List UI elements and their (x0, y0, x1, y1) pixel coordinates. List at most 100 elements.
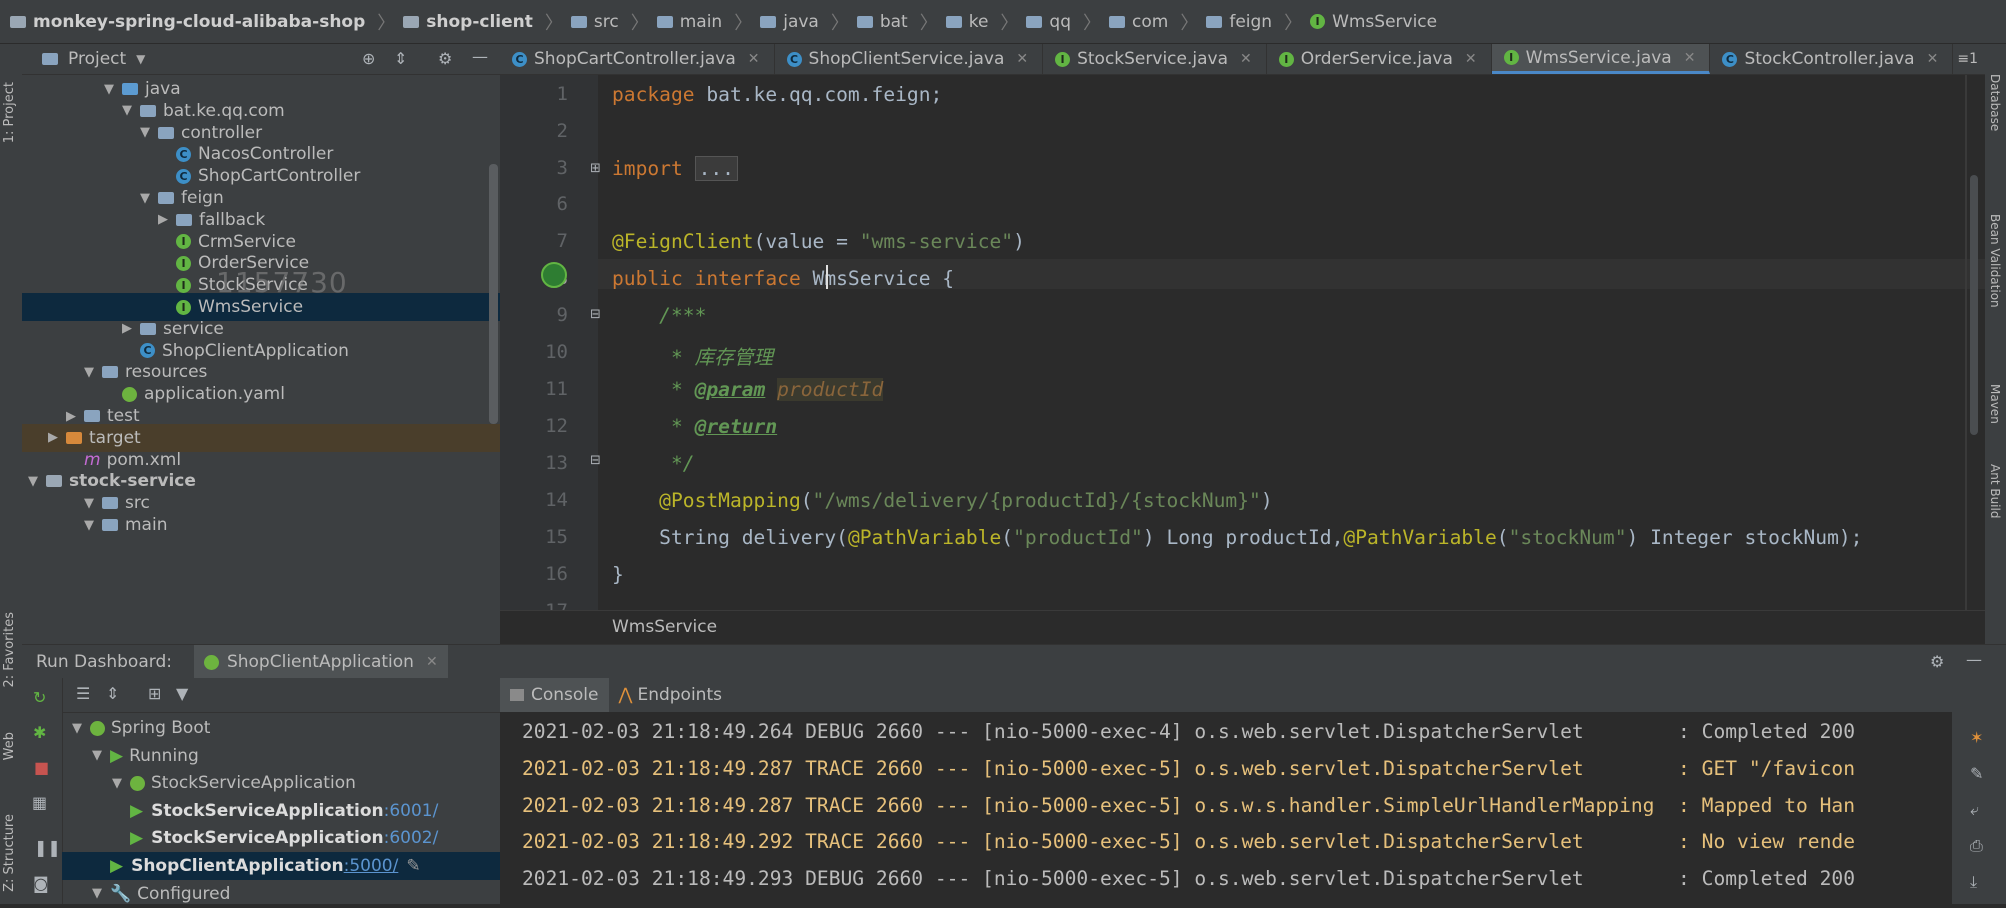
breadcrumb-main[interactable]: main (656, 12, 722, 32)
maven-tool-tab[interactable]: Maven (1988, 384, 2002, 424)
expanded-arrow-icon[interactable]: ▼ (82, 365, 96, 380)
soft-wrap-icon[interactable]: ⤶ (1970, 800, 1979, 820)
gear-icon[interactable]: ⚙ (438, 49, 452, 68)
expanded-arrow-icon[interactable]: ▼ (90, 886, 104, 901)
breadcrumb-ke[interactable]: ke (945, 12, 988, 32)
structure-tool-tab[interactable]: Z: Structure (2, 814, 17, 892)
filter-icon[interactable]: ▼ (176, 684, 188, 703)
breadcrumb-wmsservice[interactable]: I WmsService (1310, 12, 1437, 32)
ant-build-tool-tab[interactable]: Ant Build (1988, 464, 2002, 518)
app-port-link[interactable]: :6002/ (384, 828, 439, 848)
run-config-item[interactable]: ▼ ▶ Running (62, 742, 500, 770)
run-config-item[interactable]: ▶ ShopClientApplication:5000/ ✎ (62, 852, 500, 880)
expanded-arrow-icon[interactable]: ▼ (120, 103, 134, 118)
locate-icon[interactable]: ⊕ (362, 49, 375, 68)
run-config-item[interactable]: ▶ StockServiceApplication:6002/ (62, 824, 500, 852)
collapsed-arrow-icon[interactable]: ▶ (46, 430, 60, 445)
minimize-icon[interactable]: — (1966, 650, 1982, 669)
scroll-to-end-icon[interactable]: ⤓ (1970, 872, 1977, 892)
collapsed-arrow-icon[interactable]: ▶ (120, 321, 134, 336)
breadcrumb-java[interactable]: java (760, 12, 819, 32)
gear-icon[interactable]: ⚙ (1930, 652, 1944, 671)
app-port-link[interactable]: :5000/ (344, 856, 399, 876)
fold-icon[interactable]: ⊟ (590, 453, 601, 468)
expanded-arrow-icon[interactable]: ▼ (90, 748, 104, 763)
close-icon[interactable]: ✕ (1927, 51, 1939, 67)
clear-icon[interactable]: ✎ (1970, 764, 1983, 783)
token-string: "productId" (1013, 526, 1143, 549)
collapsed-arrow-icon[interactable]: ▶ (64, 409, 78, 424)
close-icon[interactable]: ✕ (426, 654, 438, 670)
expanded-arrow-icon[interactable]: ▼ (138, 125, 152, 140)
edit-icon[interactable]: ✎ (406, 856, 420, 876)
tab-overflow-button[interactable]: ≡1 (1957, 44, 1978, 74)
bean-validation-tool-tab[interactable]: Bean Validation (1988, 214, 2002, 308)
editor-scrollbar[interactable] (1970, 175, 1978, 435)
editor-tab[interactable]: C StockController.java ✕ (1710, 44, 1954, 74)
database-tool-tab[interactable]: Database (1988, 74, 2002, 131)
expanded-arrow-icon[interactable]: ▼ (102, 82, 116, 97)
breadcrumb-qq[interactable]: qq (1026, 12, 1071, 32)
run-dashboard-tab[interactable]: ShopClientApplication ✕ (193, 645, 448, 679)
pause-icon[interactable]: ❚❚ (34, 838, 61, 857)
close-icon[interactable]: ✕ (748, 51, 760, 67)
debug-actuator-icon[interactable]: ✶ (1970, 728, 1983, 747)
project-tool-tab[interactable]: 1: Project (2, 82, 17, 143)
folded-imports[interactable]: ... (694, 156, 738, 181)
debug-icon[interactable]: ✱ (33, 723, 46, 742)
web-tool-tab[interactable]: Web (2, 732, 17, 760)
run-config-item[interactable]: ▶ StockServiceApplication:6001/ (62, 797, 500, 825)
spring-bean-gutter-icon[interactable] (541, 262, 567, 288)
print-icon[interactable]: ⎙ (1970, 836, 1983, 856)
editor-tab[interactable]: I WmsService.java ✕ (1491, 44, 1711, 74)
favorites-tool-tab[interactable]: 2: Favorites (2, 612, 17, 688)
expanded-arrow-icon[interactable]: ▼ (138, 191, 152, 206)
collapsed-arrow-icon[interactable]: ▶ (156, 212, 170, 227)
group-icon[interactable]: ⊞ (148, 684, 161, 703)
editor-tab[interactable]: I StockService.java ✕ (1043, 44, 1267, 74)
layout-icon[interactable]: ▦ (32, 793, 47, 812)
endpoints-tab[interactable]: ⋀ Endpoints (609, 678, 732, 712)
expanded-arrow-icon[interactable]: ▼ (82, 518, 96, 533)
close-icon[interactable]: ✕ (1016, 51, 1028, 67)
breadcrumb-project[interactable]: monkey-spring-cloud-alibaba-shop (10, 12, 365, 32)
editor-tab[interactable]: C ShopClientService.java ✕ (775, 44, 1044, 74)
expanded-arrow-icon[interactable]: ▼ (82, 496, 96, 511)
run-config-item[interactable]: ▼ 🔧 Configured (62, 880, 500, 908)
breadcrumb-src[interactable]: src (570, 12, 619, 32)
run-config-item[interactable]: ▼ StockServiceApplication (62, 769, 500, 797)
project-view-selector[interactable]: Project (68, 49, 126, 69)
collapse-all-icon[interactable]: ⇕ (394, 49, 407, 68)
app-port-link[interactable]: :6001/ (384, 801, 439, 821)
chevron-down-icon[interactable]: ▼ (136, 52, 145, 66)
breadcrumb-feign[interactable]: feign (1206, 12, 1272, 32)
breadcrumb-module[interactable]: shop-client (403, 12, 533, 32)
structure-breadcrumb[interactable]: WmsService (612, 617, 717, 637)
run-config-item[interactable]: ▼ Spring Boot (62, 714, 500, 742)
expanded-arrow-icon[interactable]: ▼ (110, 776, 124, 791)
expanded-arrow-icon[interactable]: ▼ (70, 721, 84, 736)
rerun-icon[interactable]: ↻ (33, 688, 46, 707)
close-icon[interactable]: ✕ (1240, 51, 1252, 67)
close-icon[interactable]: ✕ (1465, 51, 1477, 67)
editor-tab[interactable]: I OrderService.java ✕ (1267, 44, 1492, 74)
expand-all-icon[interactable]: ☰ (76, 684, 90, 703)
code-editor[interactable]: 12367891011121314151617 package bat.ke.q… (500, 75, 1985, 643)
breadcrumb-com[interactable]: com (1109, 12, 1168, 32)
minimize-icon[interactable]: — (472, 47, 488, 66)
stop-icon[interactable]: ■ (34, 758, 49, 777)
token-text: ery( (800, 526, 848, 549)
expanded-arrow-icon[interactable]: ▼ (26, 474, 40, 489)
editor-tab[interactable]: C ShopCartController.java ✕ (500, 44, 775, 74)
tree-item[interactable]: ▼ main (22, 511, 545, 539)
scrollbar-thumb[interactable] (489, 164, 498, 424)
code-line-10: * 库存管理 (612, 346, 773, 369)
breadcrumb-bat[interactable]: bat (856, 12, 908, 32)
collapse-all-icon[interactable]: ⇕ (106, 684, 119, 703)
console-output[interactable]: 2021-02-03 21:18:49.264 DEBUG 2660 --- [… (500, 712, 1952, 904)
camera-icon[interactable]: ◙ (33, 874, 49, 893)
console-tab[interactable]: Console (500, 678, 609, 712)
fold-icon[interactable]: ⊟ (590, 307, 601, 322)
fold-icon[interactable]: ⊞ (590, 161, 601, 176)
close-icon[interactable]: ✕ (1684, 50, 1696, 66)
